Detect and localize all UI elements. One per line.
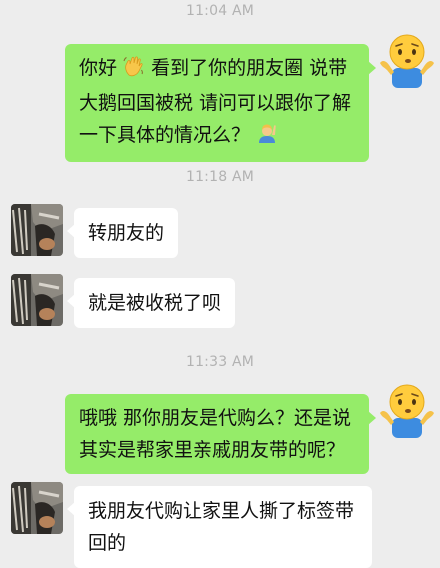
shrug-emoji-avatar[interactable] xyxy=(378,30,436,88)
timestamp: 11:04 AM xyxy=(185,3,255,19)
contact-photo-avatar[interactable] xyxy=(11,204,63,256)
incoming-message-bubble[interactable]: 转朋友的 xyxy=(66,208,179,258)
message-text-part: 看到了你的朋友圈 说带大鹅回国被税 请问可以跟你了解一下具体的情况么？ xyxy=(79,57,352,146)
incoming-message-bubble[interactable]: 我朋友代购让家里人撕了标签带回的 xyxy=(67,486,372,568)
message-text: 转朋友的 xyxy=(88,222,165,244)
contact-photo-avatar[interactable] xyxy=(11,274,63,326)
message-text: 我朋友代购让家里人撕了标签带回的 xyxy=(88,500,355,554)
shrug-emoji-avatar[interactable] xyxy=(378,380,436,438)
timestamp: 11:33 AM xyxy=(185,354,255,370)
contact-photo-avatar[interactable] xyxy=(11,482,63,534)
message-text-part: 你好 xyxy=(79,57,118,79)
person-raising-hand-icon xyxy=(256,122,278,154)
incoming-message-bubble[interactable]: 就是被收税了呗 xyxy=(66,278,236,328)
waving-hand-icon xyxy=(123,55,145,87)
outgoing-message-bubble[interactable]: 你好 看到了你的朋友圈 说带大鹅回国被税 请问可以跟你了解一下具体的情况么？ xyxy=(65,44,376,162)
outgoing-message-bubble[interactable]: 哦哦 那你朋友是代购么？还是说其实是帮家里亲戚朋友带的呢？ xyxy=(65,394,376,474)
message-text: 哦哦 那你朋友是代购么？还是说其实是帮家里亲戚朋友带的呢？ xyxy=(79,407,352,461)
chat-window: 11:04 AM 你好 看到了你的朋友圈 说带大鹅回国被税 请问可以跟你了解一下… xyxy=(0,0,440,568)
timestamp: 11:18 AM xyxy=(185,169,255,185)
message-text: 就是被收税了呗 xyxy=(88,292,222,314)
